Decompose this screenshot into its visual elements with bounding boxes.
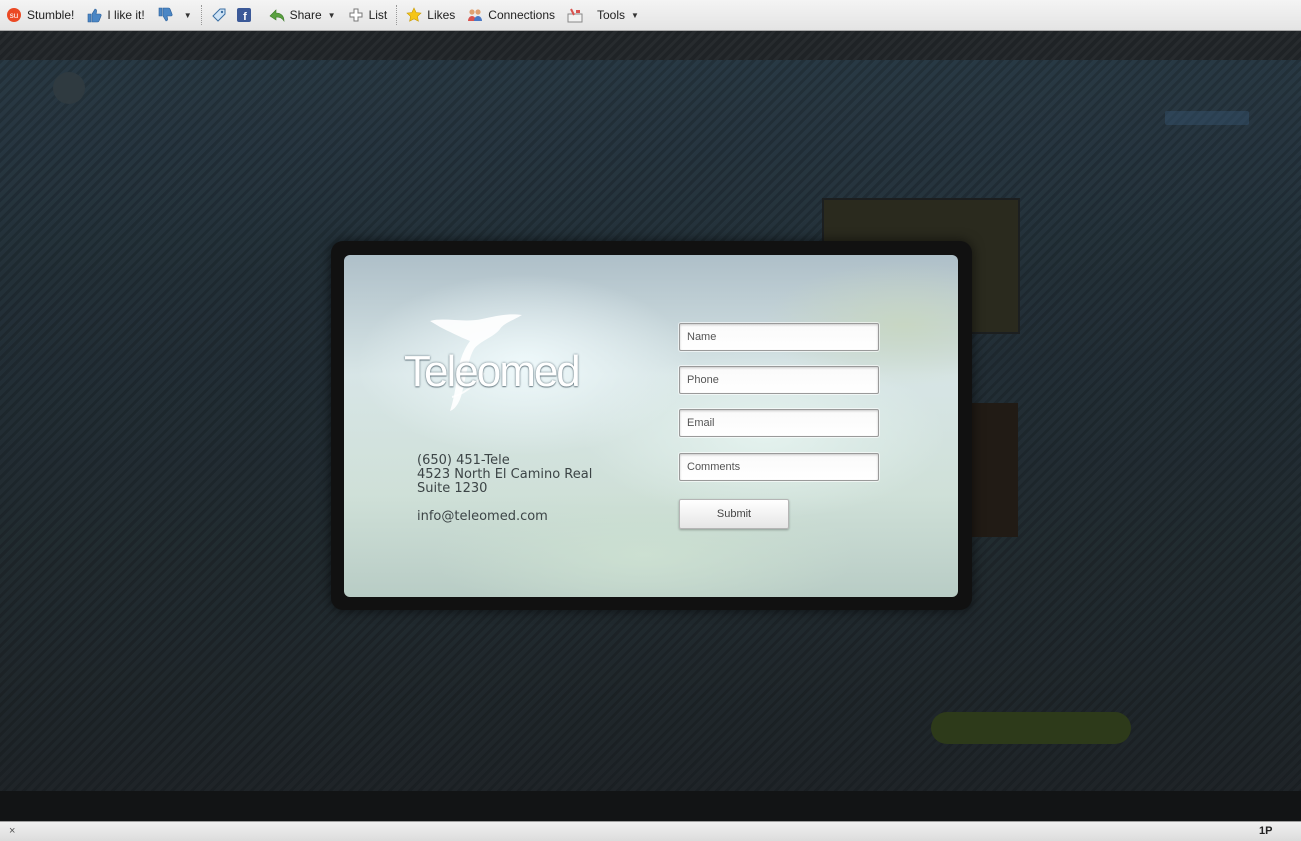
- tag-button[interactable]: [205, 0, 234, 31]
- share-button[interactable]: Share ▼: [263, 0, 342, 31]
- likes-button[interactable]: Likes: [400, 0, 461, 31]
- connections-label: Connections: [488, 8, 555, 22]
- like-label: I like it!: [107, 8, 145, 22]
- likes-label: Likes: [427, 8, 456, 22]
- chevron-down-icon[interactable]: ▼: [184, 11, 192, 20]
- share-icon: [269, 7, 285, 23]
- comments-field[interactable]: [679, 453, 879, 481]
- background-footer: [0, 791, 1301, 821]
- tag-icon: [211, 7, 227, 23]
- list-button[interactable]: List: [342, 0, 394, 31]
- status-bar: × 1P: [0, 821, 1301, 841]
- dislike-button[interactable]: ▼: [151, 0, 198, 31]
- onepassword-icon[interactable]: 1P: [1259, 825, 1272, 837]
- thumbs-up-icon: [86, 7, 102, 23]
- background-nav-link: [1165, 111, 1249, 125]
- people-icon: [467, 7, 483, 23]
- phone-field[interactable]: [679, 366, 879, 394]
- stumbleupon-icon: su: [6, 7, 22, 23]
- chevron-down-icon[interactable]: ▼: [328, 11, 336, 20]
- submit-button[interactable]: Submit: [679, 499, 789, 529]
- contact-address-line1: 4523 North El Camino Real: [417, 467, 593, 482]
- share-label: Share: [289, 8, 322, 22]
- toolbar-divider: [396, 5, 398, 25]
- facebook-icon: f: [236, 7, 252, 23]
- like-button[interactable]: I like it!: [80, 0, 150, 31]
- tools-label: Tools: [597, 8, 626, 22]
- close-icon[interactable]: ×: [9, 825, 15, 837]
- toolbar-divider: [200, 5, 202, 25]
- contact-email[interactable]: info@teleomed.com: [417, 510, 592, 524]
- thumbs-down-icon: [157, 7, 173, 23]
- connections-button[interactable]: Connections: [461, 0, 561, 31]
- background-button: [931, 712, 1131, 744]
- contact-modal: Teleomed (650) 451-Tele 4523 North El Ca…: [344, 255, 958, 597]
- stumble-button[interactable]: su Stumble!: [0, 0, 80, 31]
- background-logo-icon: [53, 72, 85, 104]
- teleomed-logo: Teleomed: [404, 307, 624, 417]
- facebook-button[interactable]: f: [234, 0, 263, 31]
- tools-icon: [567, 7, 583, 23]
- chevron-down-icon[interactable]: ▼: [631, 11, 639, 20]
- stumbleupon-toolbar: su Stumble! I like it! ▼ f Share ▼ List …: [0, 0, 1301, 31]
- email-field[interactable]: [679, 409, 879, 437]
- list-label: List: [368, 8, 388, 22]
- svg-text:f: f: [243, 11, 247, 22]
- star-icon: [406, 7, 422, 23]
- plus-icon: [348, 7, 364, 23]
- name-field[interactable]: [679, 323, 879, 351]
- contact-phone: (650) 451-Tele: [417, 453, 510, 468]
- stumble-label: Stumble!: [27, 8, 75, 22]
- logo-text: Teleomed: [404, 347, 581, 396]
- svg-text:su: su: [10, 11, 18, 20]
- tools-button[interactable]: Tools ▼: [561, 0, 645, 31]
- contact-info: (650) 451-Tele 4523 North El Camino Real…: [417, 454, 592, 524]
- contact-address-line2: Suite 1230: [417, 481, 488, 496]
